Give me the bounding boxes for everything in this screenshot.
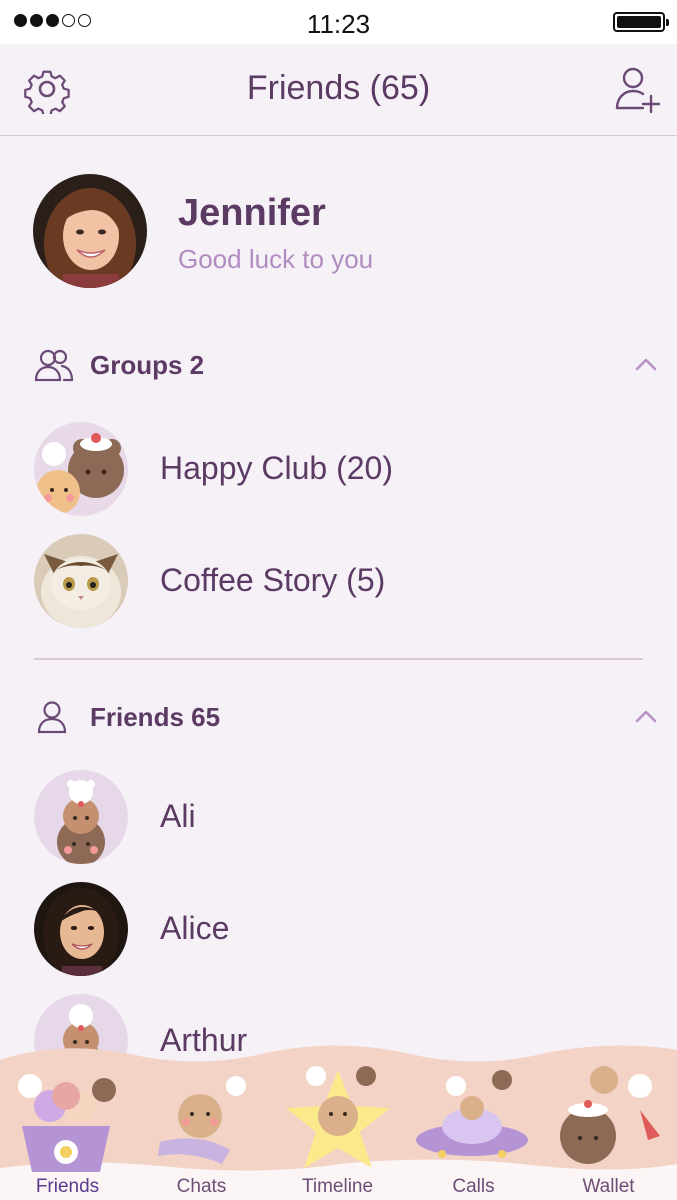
person-icon xyxy=(37,701,67,734)
tab-label: Calls xyxy=(452,1176,495,1197)
status-time: 11:23 xyxy=(306,9,371,39)
profile-status-message: Good luck to you xyxy=(178,244,374,274)
tab-label: Timeline xyxy=(301,1176,374,1197)
group-avatar xyxy=(34,534,128,628)
friend-row-ali[interactable]: Ali xyxy=(0,764,677,870)
friend-name: Ali xyxy=(160,798,196,834)
group-name: Coffee Story (5) xyxy=(160,562,386,598)
tab-wallet[interactable]: Wallet xyxy=(541,1040,676,1200)
tab-chats[interactable]: Chats xyxy=(134,1040,269,1200)
chevron-up-icon[interactable] xyxy=(633,352,659,378)
groups-section-header[interactable]: Groups 2 xyxy=(0,340,677,390)
tab-label: Friends xyxy=(35,1176,100,1197)
friend-avatar xyxy=(34,882,128,976)
tab-calls[interactable]: Calls xyxy=(406,1040,541,1200)
group-icon xyxy=(34,349,74,382)
add-friend-button[interactable] xyxy=(613,64,663,114)
battery-icon xyxy=(613,12,669,32)
friends-section-label: Friends 65 xyxy=(90,702,221,732)
my-profile[interactable]: Jennifer Good luck to you xyxy=(0,170,677,290)
group-row-happy-club[interactable]: Happy Club (20) xyxy=(0,416,677,522)
tab-timeline[interactable]: Timeline xyxy=(270,1040,405,1200)
avatar xyxy=(33,174,147,288)
chevron-up-icon[interactable] xyxy=(633,704,659,730)
tab-label: Wallet xyxy=(582,1176,635,1197)
friends-section-header[interactable]: Friends 65 xyxy=(0,692,677,742)
group-row-coffee-story[interactable]: Coffee Story (5) xyxy=(0,528,677,634)
group-name: Happy Club (20) xyxy=(160,450,393,486)
add-user-icon xyxy=(615,67,661,114)
group-avatar xyxy=(34,422,128,516)
friend-avatar xyxy=(34,770,128,864)
friend-row-alice[interactable]: Alice xyxy=(0,876,677,982)
status-bar: 11:23 xyxy=(0,0,677,44)
tab-label: Chats xyxy=(176,1176,227,1197)
section-divider xyxy=(34,658,643,660)
page-title: Friends (65) xyxy=(246,69,431,107)
tab-friends[interactable]: Friends xyxy=(0,1040,135,1200)
tab-bar: Friends Chats Timeline Calls Wallet xyxy=(0,1040,677,1200)
navigation-header: Friends (65) xyxy=(0,44,677,136)
friend-name: Alice xyxy=(160,910,230,946)
profile-name: Jennifer xyxy=(178,192,326,234)
groups-section-label: Groups 2 xyxy=(90,350,205,380)
